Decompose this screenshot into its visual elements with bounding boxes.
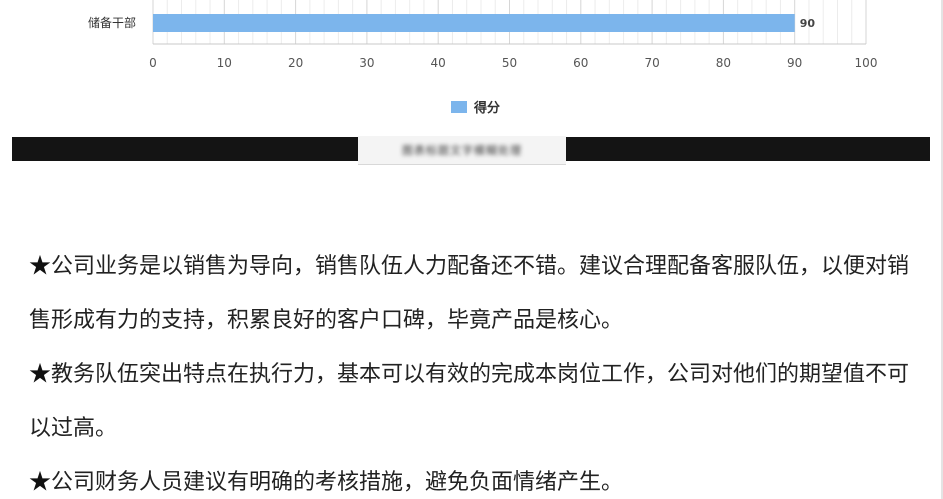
x-tick-label: 70 [644,56,659,70]
analysis-text: ★公司业务是以销售为导向，销售队伍人力配备还不错。建议合理配备客服队伍，以便对销… [29,240,919,499]
analysis-paragraph-1: ★公司业务是以销售为导向，销售队伍人力配备还不错。建议合理配备客服队伍，以便对销… [29,240,919,348]
score-bar-chart: 90 0 10 20 30 40 50 60 70 80 90 100 储备干部 得分 [88,0,878,116]
document-page: 90 0 10 20 30 40 50 60 70 80 90 100 储备干部 得分 图表标题文字模… [0,0,943,499]
chart-caption-text: 图表标题文字模糊处理 [402,144,522,157]
analysis-paragraph-3: ★公司财务人员建议有明确的考核措施，避免负面情绪产生。 [29,456,919,499]
x-tick-label: 50 [502,56,517,70]
x-tick-label: 40 [431,56,446,70]
category-label: 储备干部 [88,15,136,30]
bar-value-label: 90 [800,17,816,30]
x-tick-label: 90 [787,56,802,70]
analysis-paragraph-2: ★教务队伍突出特点在执行力，基本可以有效的完成本岗位工作，公司对他们的期望值不可… [29,348,919,456]
x-tick-label: 60 [573,56,588,70]
chart-caption: 图表标题文字模糊处理 [358,136,566,165]
x-tick-label: 30 [359,56,374,70]
chart-legend: 得分 [451,100,500,116]
paragraph-text: 公司财务人员建议有明确的考核措施，避免负面情绪产生。 [51,470,624,495]
star-bullet: ★ [29,470,52,495]
bar [153,14,795,32]
x-tick-label: 80 [716,56,731,70]
x-tick-label: 20 [288,56,303,70]
paragraph-text: 教务队伍突出特点在执行力，基本可以有效的完成本岗位工作，公司对他们的期望值不可以… [29,362,910,441]
x-tick-label: 100 [855,56,878,70]
legend-swatch [451,101,467,113]
x-tick-label: 10 [217,56,232,70]
star-bullet: ★ [29,254,52,279]
star-bullet: ★ [29,362,52,387]
x-tick-label: 0 [149,56,157,70]
legend-label: 得分 [473,100,500,116]
chart-bars: 90 [153,14,815,32]
paragraph-text: 公司业务是以销售为导向，销售队伍人力配备还不错。建议合理配备客服队伍，以便对销售… [29,254,910,333]
